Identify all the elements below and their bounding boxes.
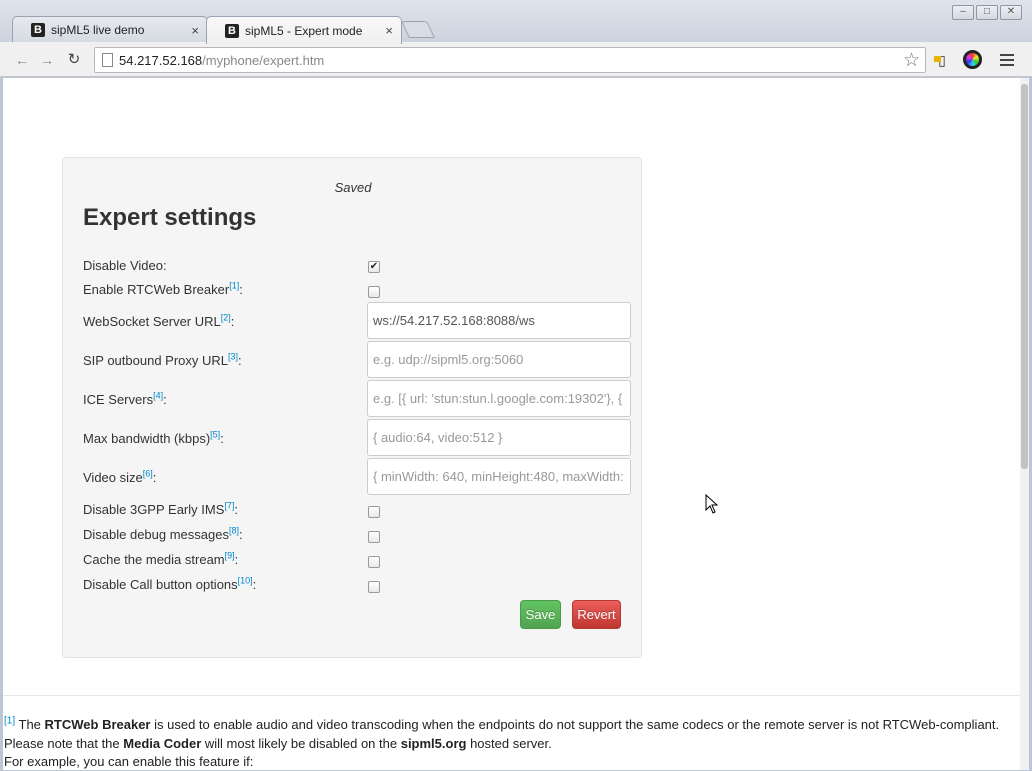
label-disable-video: Disable Video: — [83, 258, 167, 273]
footnote-line-1: [1] The RTCWeb Breaker is used to enable… — [4, 715, 1000, 732]
label-max-bandwidth: Max bandwidth (kbps)[5]: — [83, 429, 224, 446]
label-disable-debug: Disable debug messages[8]: — [83, 525, 243, 542]
tab-live-demo[interactable]: B sipML5 live demo × — [12, 16, 208, 43]
close-tab-icon[interactable]: × — [385, 23, 393, 38]
page-title: Expert settings — [83, 204, 257, 231]
footnote-line-2: Please note that the Media Coder will mo… — [4, 736, 552, 751]
close-tab-icon[interactable]: × — [191, 23, 199, 38]
max-bandwidth-input[interactable]: { audio:64, video:512 } — [367, 419, 631, 456]
revert-button[interactable]: Revert — [572, 600, 621, 629]
label-ice-servers: ICE Servers[4]: — [83, 390, 167, 407]
label-disable-call-options: Disable Call button options[10]: — [83, 575, 257, 592]
footnote-link[interactable]: [10] — [238, 576, 253, 586]
label-cache-media: Cache the media stream[9]: — [83, 550, 239, 567]
page-icon — [102, 53, 113, 67]
footnote-link[interactable]: [5] — [210, 430, 220, 440]
reload-icon[interactable]: ↻ — [64, 50, 84, 70]
footnote-link[interactable]: [4] — [153, 391, 163, 401]
tab-strip: B sipML5 live demo × B sipML5 - Expert m… — [0, 0, 1032, 44]
footnote-link[interactable]: [9] — [225, 551, 235, 561]
url-text: 54.217.52.168/myphone/expert.htm — [119, 53, 325, 68]
address-bar[interactable]: 54.217.52.168/myphone/expert.htm ☆ — [94, 47, 926, 73]
divider — [3, 695, 1020, 696]
cache-media-checkbox[interactable] — [368, 556, 380, 568]
page-scrollbar[interactable] — [1020, 78, 1029, 770]
label-websocket-url: WebSocket Server URL[2]: — [83, 312, 235, 329]
footnote-link[interactable]: [3] — [228, 352, 238, 362]
sip-proxy-url-input[interactable]: e.g. udp://sipml5.org:5060 — [367, 341, 631, 378]
disable-video-checkbox[interactable]: ✔ — [368, 261, 380, 273]
label-video-size: Video size[6]: — [83, 468, 157, 485]
window-controls: – □ ✕ — [952, 5, 1022, 20]
bookmark-star-icon[interactable]: ☆ — [903, 49, 920, 72]
expert-settings-panel: Saved Expert settings Disable Video: ✔ E… — [62, 157, 642, 658]
rtcweb-breaker-checkbox[interactable] — [368, 286, 380, 298]
tab-expert-mode[interactable]: B sipML5 - Expert mode × — [206, 16, 402, 44]
favicon-icon: B — [31, 23, 45, 37]
footnote-anchor[interactable]: [1] — [4, 716, 15, 727]
disable-debug-checkbox[interactable] — [368, 531, 380, 543]
minimize-icon[interactable]: – — [952, 5, 974, 20]
disable-3gpp-checkbox[interactable] — [368, 506, 380, 518]
phone-extension-icon[interactable]: ▯ — [932, 50, 952, 70]
tab-title: sipML5 live demo — [51, 23, 145, 37]
footnote-link[interactable]: [8] — [229, 526, 239, 536]
maximize-icon[interactable]: □ — [976, 5, 998, 20]
footnote-line-3: For example, you can enable this feature… — [4, 754, 254, 769]
footnote-link[interactable]: [7] — [224, 501, 234, 511]
footnote-link[interactable]: [6] — [143, 469, 153, 479]
save-status: Saved — [334, 180, 372, 195]
disable-call-options-checkbox[interactable] — [368, 581, 380, 593]
label-disable-3gpp: Disable 3GPP Early IMS[7]: — [83, 500, 239, 517]
mouse-cursor-icon — [705, 494, 719, 514]
video-size-input[interactable]: { minWidth: 640, minHeight:480, maxWidth… — [367, 458, 631, 495]
back-arrow-icon[interactable]: ← — [12, 50, 32, 70]
ice-servers-input[interactable]: e.g. [{ url: 'stun:stun.l.google.com:193… — [367, 380, 631, 417]
browser-toolbar: ← → ↻ 54.217.52.168/myphone/expert.htm ☆… — [0, 42, 1032, 77]
new-tab-button[interactable] — [401, 21, 435, 38]
close-window-icon[interactable]: ✕ — [1000, 5, 1022, 20]
favicon-icon: B — [225, 23, 239, 38]
save-button[interactable]: Save — [520, 600, 561, 629]
tab-title: sipML5 - Expert mode — [245, 23, 363, 38]
label-sip-proxy-url: SIP outbound Proxy URL[3]: — [83, 351, 242, 368]
color-picker-extension-icon[interactable] — [963, 50, 982, 69]
footnote-link[interactable]: [1] — [229, 281, 239, 291]
page-content: Saved Expert settings Disable Video: ✔ E… — [3, 78, 1020, 770]
label-rtcweb-breaker: Enable RTCWeb Breaker[1]: — [83, 280, 243, 297]
browser-menu-icon[interactable] — [1000, 54, 1014, 69]
scrollbar-thumb[interactable] — [1021, 84, 1028, 469]
footnote-link[interactable]: [2] — [221, 313, 231, 323]
forward-arrow-icon[interactable]: → — [37, 50, 57, 70]
websocket-url-input[interactable]: ws://54.217.52.168:8088/ws — [367, 302, 631, 339]
